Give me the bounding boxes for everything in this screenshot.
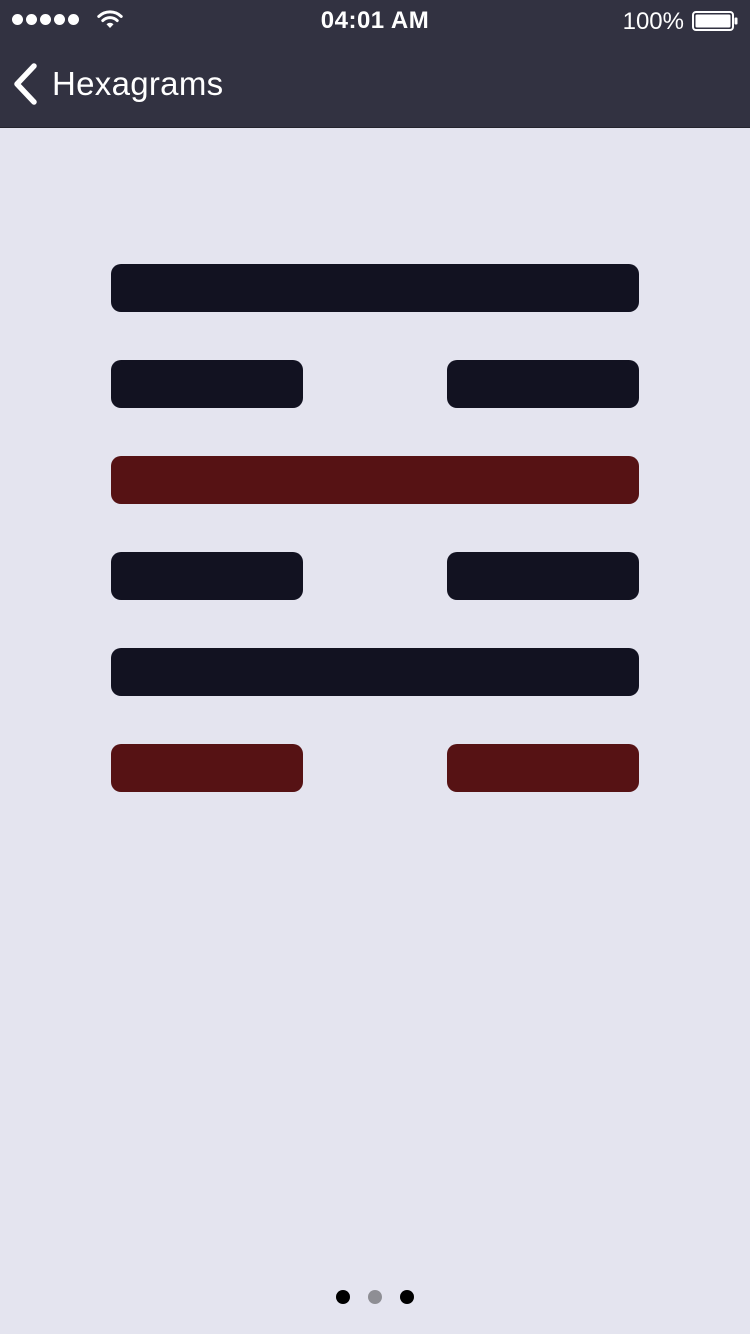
page-dot-1[interactable] (336, 1290, 350, 1304)
broken-line-segment-right (447, 360, 639, 408)
back-button-label: Hexagrams (52, 65, 224, 102)
broken-line-segment-left (111, 360, 303, 408)
broken-line-segment-left (111, 744, 303, 792)
navigation-bar: 04:01 AM 100% Hexagrams (0, 0, 750, 128)
hexagram-line-5 (111, 360, 639, 408)
back-button[interactable]: Hexagrams (10, 56, 223, 112)
nav-header: Hexagrams (0, 40, 750, 128)
page-dot-2[interactable] (368, 1290, 382, 1304)
battery-percent: 100% (622, 8, 684, 35)
hexagram-line-3 (111, 552, 639, 600)
battery-icon (692, 11, 738, 31)
hexagram-line-4 (111, 456, 639, 504)
solid-line-segment (111, 264, 639, 312)
status-bar: 04:01 AM 100% (0, 0, 750, 40)
chevron-left-icon (14, 63, 37, 105)
hexagram-figure (111, 264, 639, 840)
hexagram-line-2 (111, 648, 639, 696)
solid-line-segment (111, 456, 639, 504)
solid-line-segment (111, 648, 639, 696)
broken-line-segment-right (447, 744, 639, 792)
hexagram-line-1 (111, 744, 639, 792)
hexagram-line-6 (111, 264, 639, 312)
page-dot-3[interactable] (400, 1290, 414, 1304)
broken-line-segment-right (447, 552, 639, 600)
page-indicator[interactable] (0, 1290, 750, 1304)
broken-line-segment-left (111, 552, 303, 600)
